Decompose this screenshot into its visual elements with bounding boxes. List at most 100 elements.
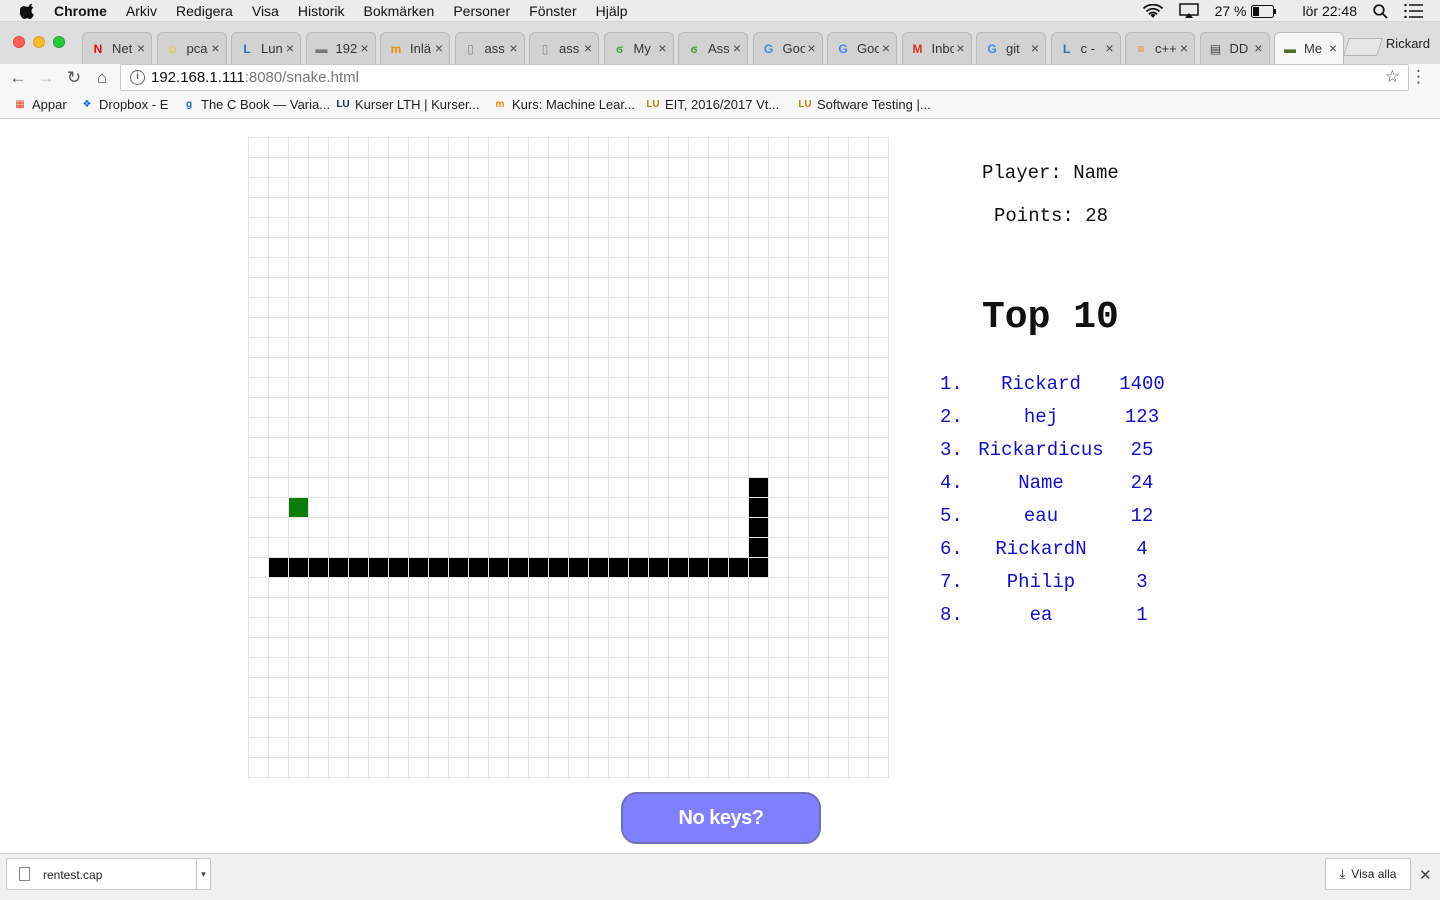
tab-title: DD [1229, 41, 1249, 56]
address-bar[interactable]: i 192.168.1.111:8080/snake.html ☆ [120, 64, 1409, 91]
browser-tab[interactable]: Ggit × [976, 32, 1046, 64]
leaderboard-score: 1400 [1119, 373, 1165, 395]
menu-visa[interactable]: Visa [252, 3, 279, 19]
close-tab-icon[interactable]: × [360, 40, 368, 56]
zoom-window-button[interactable] [53, 36, 65, 48]
browser-tab[interactable]: ▬ Me × [1274, 32, 1344, 64]
leaderboard-rank: 1. [940, 373, 963, 395]
close-tab-icon[interactable]: × [1031, 40, 1039, 56]
leaderboard-row: 4. Name 24 [940, 472, 1200, 505]
tab-title: 192 [335, 41, 358, 56]
airplay-icon[interactable] [1178, 3, 1199, 19]
bookmark-item[interactable]: ❖ Dropbox - E [80, 97, 169, 112]
browser-tab[interactable]: ☺ pca × [156, 32, 227, 64]
menu-redigera[interactable]: Redigera [176, 3, 233, 19]
close-tab-icon[interactable]: × [882, 40, 890, 56]
close-tab-icon[interactable]: × [286, 40, 294, 56]
bookmark-item[interactable]: m Kurs: Machine Lear... [493, 97, 635, 112]
forward-icon[interactable]: → [36, 68, 56, 88]
chrome-menu-icon[interactable]: ⋮ [1410, 67, 1427, 87]
bookmark-item[interactable]: LU EIT, 2016/2017 Vt... [646, 97, 779, 112]
menu-fonster[interactable]: Fönster [529, 3, 576, 19]
bookmark-item[interactable]: LU Kurser LTH | Kurser... [336, 97, 479, 112]
close-download-bar-icon[interactable]: ✕ [1419, 866, 1432, 884]
no-keys-button[interactable]: No keys? [621, 792, 821, 844]
browser-tab[interactable]: N Net × [82, 32, 152, 64]
bookmark-star-icon[interactable]: ☆ [1385, 67, 1400, 87]
close-tab-icon[interactable]: × [807, 40, 815, 56]
tab-title: ass [559, 41, 580, 56]
fm-icon: m [390, 41, 402, 56]
download-filename: rentest.cap [43, 868, 103, 882]
address-url[interactable]: 192.168.1.111:8080/snake.html [151, 69, 359, 86]
points-label: Points: 28 [994, 205, 1109, 227]
browser-tab[interactable]: ▤ DD × [1199, 32, 1270, 64]
menu-historik[interactable]: Historik [298, 3, 345, 19]
snake-page: Player: Name Points: 28 Top 10 1. Rickard… [0, 120, 1440, 853]
snake-segment [749, 558, 768, 577]
tab-title: pca [186, 41, 208, 56]
menu-personer[interactable]: Personer [453, 3, 510, 19]
bookmark-item[interactable]: g The C Book — Varia... [182, 97, 330, 112]
close-tab-icon[interactable]: × [1105, 40, 1113, 56]
site-info-icon[interactable]: i [130, 70, 145, 85]
browser-tab[interactable]: Lc - × [1050, 32, 1121, 64]
download-item[interactable]: rentest.cap ▾ [6, 858, 211, 890]
close-tab-icon[interactable]: × [1254, 40, 1262, 56]
menu-arkiv[interactable]: Arkiv [126, 3, 157, 19]
close-tab-icon[interactable]: × [956, 40, 964, 56]
new-tab-button[interactable] [1343, 38, 1383, 56]
browser-tab[interactable]: ▬ 192 × [305, 32, 376, 64]
leaderboard-score: 12 [1130, 505, 1154, 527]
reload-icon[interactable]: ↻ [64, 68, 84, 88]
close-tab-icon[interactable]: × [211, 40, 219, 56]
browser-tab[interactable]: M Inbo× [901, 32, 972, 64]
minimize-window-button[interactable] [33, 36, 45, 48]
snake-segment [749, 498, 768, 517]
clock[interactable]: lör 22:48 [1303, 3, 1357, 19]
snake-segment [689, 558, 708, 577]
close-tab-icon[interactable]: × [658, 40, 666, 56]
browser-tab[interactable]: m Inlä × [380, 32, 450, 64]
browser-tab[interactable]: ▯ ass × [454, 32, 525, 64]
download-options-caret-icon[interactable]: ▾ [196, 859, 210, 889]
close-tab-icon[interactable]: × [137, 40, 145, 56]
browser-tab[interactable]: ϭ My × [603, 32, 674, 64]
close-window-button[interactable] [13, 36, 25, 48]
menu-hjalp[interactable]: Hjälp [596, 3, 628, 19]
browser-tab[interactable]: ϭ Ass × [678, 32, 748, 64]
close-tab-icon[interactable]: × [1180, 40, 1188, 56]
fm-icon: m [495, 99, 505, 110]
bookmark-item[interactable]: ▦ Appar [13, 97, 66, 112]
profile-name[interactable]: Rickard [1386, 36, 1430, 51]
bookmark-item[interactable]: LU Software Testing |... [798, 97, 930, 112]
battery-icon[interactable] [1250, 4, 1277, 18]
menu-app-name[interactable]: Chrome [54, 3, 107, 19]
browser-tab[interactable]: ▯ ass × [529, 32, 599, 64]
snake-game-board[interactable] [248, 137, 889, 778]
close-tab-icon[interactable]: × [733, 40, 741, 56]
close-tab-icon[interactable]: × [435, 40, 443, 56]
close-tab-icon[interactable]: × [509, 40, 517, 56]
close-tab-icon[interactable]: × [1329, 40, 1337, 56]
notification-center-icon[interactable] [1404, 4, 1424, 18]
show-all-downloads-button[interactable]: ⤓ Visa alla [1325, 858, 1411, 890]
spotlight-search-icon[interactable] [1373, 3, 1388, 19]
browser-tab[interactable]: G Goo× [827, 32, 897, 64]
snake-segment [269, 558, 288, 577]
wifi-icon[interactable] [1142, 3, 1163, 19]
browser-tab[interactable]: G Goo× [752, 32, 823, 64]
leaderboard-rank: 3. [940, 439, 963, 461]
home-icon[interactable]: ⌂ [92, 68, 112, 88]
snake-segment [609, 558, 628, 577]
tab-title: Inlä [410, 41, 431, 56]
dropbox-icon: ❖ [82, 99, 92, 110]
close-tab-icon[interactable]: × [584, 40, 592, 56]
leaderboard-row: 1. Rickard 1400 [940, 373, 1200, 406]
back-icon[interactable]: ← [8, 68, 28, 88]
browser-tab[interactable]: L Lun × [231, 32, 301, 64]
menu-bokmarken[interactable]: Bokmärken [364, 3, 435, 19]
browser-tab[interactable]: ≡ c++ × [1125, 32, 1195, 64]
leaderboard-score: 1 [1136, 604, 1148, 626]
apple-icon[interactable] [20, 3, 36, 19]
